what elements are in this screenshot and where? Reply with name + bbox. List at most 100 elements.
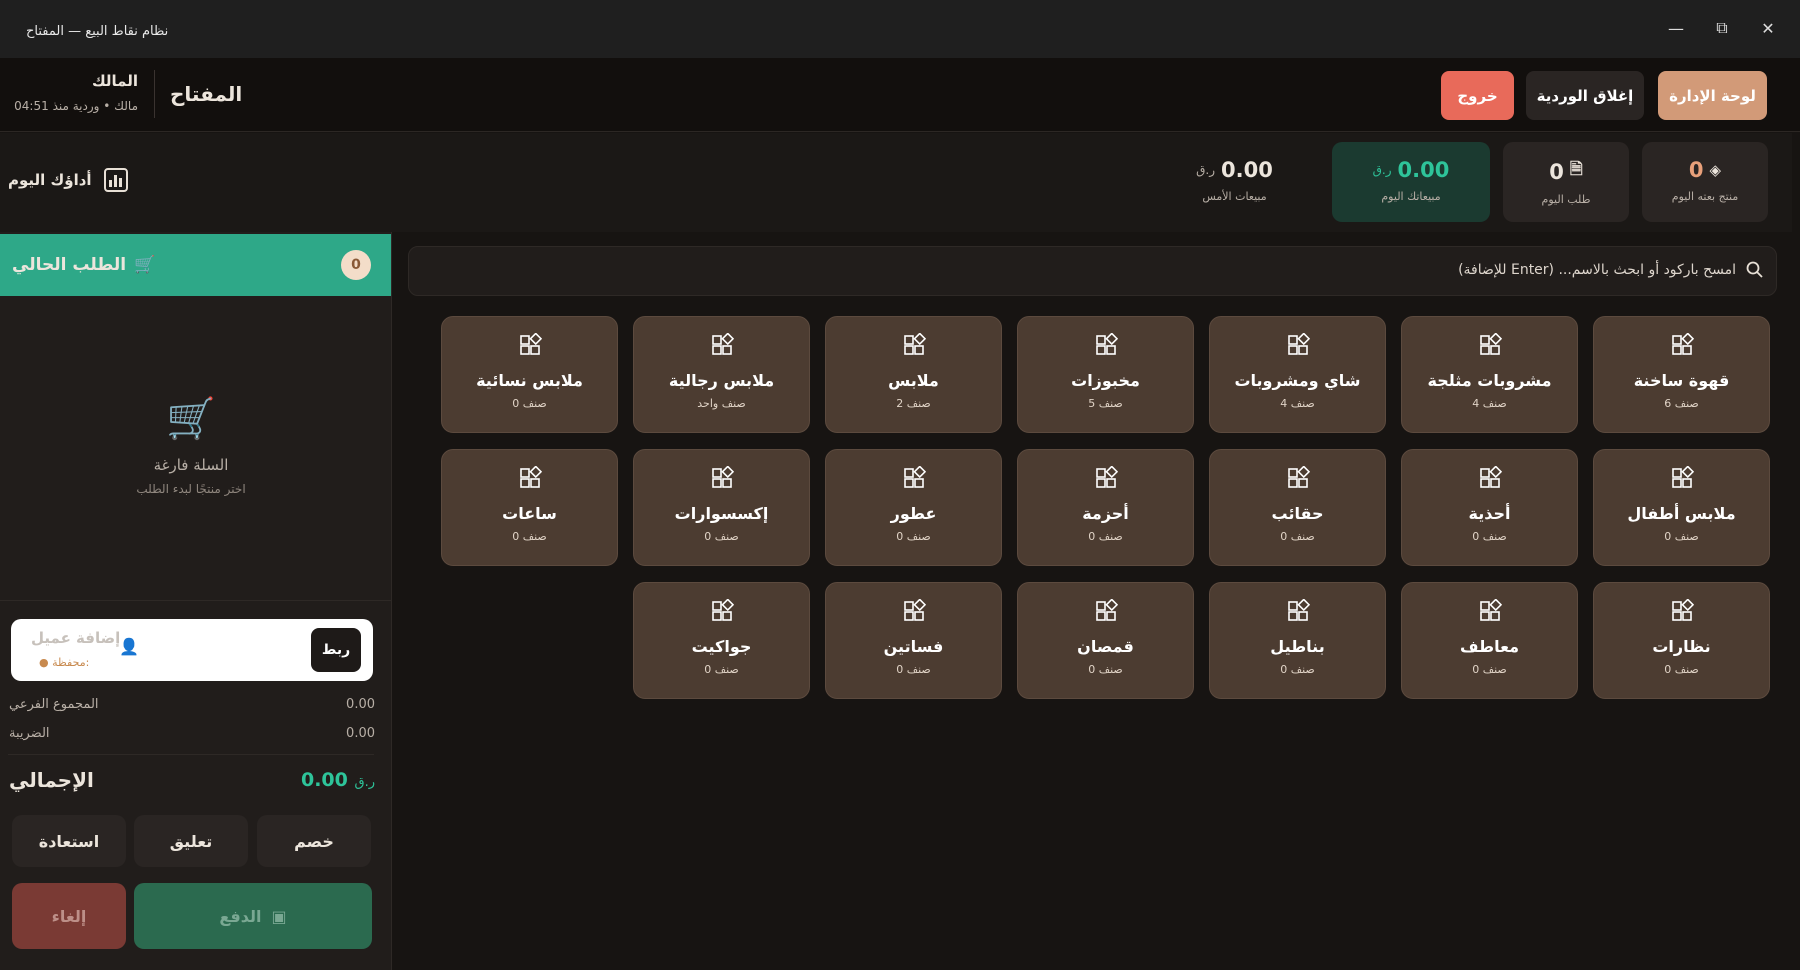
bar-chart-icon (103, 168, 128, 192)
category-icon (711, 465, 734, 488)
title-bar: نظام نقاط البيع — المفتاح — ⧉ ✕ (0, 0, 1800, 58)
restore-icon[interactable]: ⧉ (1707, 14, 1737, 42)
tax-value: 0.00 (346, 726, 375, 741)
category-tile[interactable]: أحذية 0 صنف (1401, 449, 1578, 566)
restore-button[interactable]: استعادة (12, 815, 126, 867)
order-count-badge: 0 (341, 250, 371, 280)
user-name: المالك (91, 72, 138, 90)
performance-label: أداؤك اليوم (8, 171, 92, 189)
stat-label: منتج بعته اليوم (1671, 190, 1739, 203)
hold-button[interactable]: تعليق (134, 815, 248, 867)
category-name: مشروبات مثلجة (1427, 371, 1552, 390)
category-icon (711, 598, 734, 621)
category-tile[interactable]: جواكيت 0 صنف (633, 582, 810, 699)
stat-today-sales: ر.ق 0.00 مبيعاتك اليوم (1332, 142, 1490, 222)
category-tile[interactable]: ملابس نسائية 0 صنف (441, 316, 618, 433)
category-count: 0 صنف (1472, 663, 1507, 676)
empty-cart-hint: اختر منتجًا لبدء الطلب (136, 482, 246, 496)
category-name: جواكيت (691, 637, 752, 656)
category-name: بناطيل (1270, 637, 1325, 656)
user-icon: 👤 (119, 637, 139, 656)
tax-label: الضريبة (9, 726, 50, 741)
category-tile[interactable]: مخبوزات 5 صنف (1017, 316, 1194, 433)
category-tile[interactable]: ملابس 2 صنف (825, 316, 1002, 433)
discount-button[interactable]: خصم (257, 815, 371, 867)
category-tile[interactable]: معاطف 0 صنف (1401, 582, 1578, 699)
category-tile[interactable]: قهوة ساخنة 6 صنف (1593, 316, 1770, 433)
category-tile[interactable]: شاي ومشروبات 4 صنف (1209, 316, 1386, 433)
category-icon (903, 332, 926, 355)
cart-icon: 🛒 (134, 255, 156, 275)
customer-placeholder[interactable]: إضافة عميل (31, 629, 120, 647)
category-count: 0 صنف (1664, 663, 1699, 676)
category-icon (1095, 465, 1118, 488)
empty-cart-title: السلة فارغة (153, 456, 229, 474)
category-name: إكسسوارات (674, 504, 769, 523)
category-icon (903, 598, 926, 621)
category-tile[interactable]: فساتين 0 صنف (825, 582, 1002, 699)
category-count: 0 صنف (704, 530, 739, 543)
category-tile[interactable]: حقائب 0 صنف (1209, 449, 1386, 566)
pay-label: الدفع (219, 906, 262, 926)
store-name: المفتاح (170, 82, 243, 106)
tax-row: الضريبة 0.00 (9, 726, 375, 741)
box-icon: ◈ (1709, 161, 1722, 179)
minimize-icon[interactable]: — (1661, 14, 1691, 42)
subtotal-value: 0.00 (346, 697, 375, 712)
search-input[interactable]: امسح باركود أو ابحث بالاسم... (Enter للإ… (1458, 262, 1736, 278)
category-tile[interactable]: نظارات 0 صنف (1593, 582, 1770, 699)
total-amount: ر.ق 0.00 (301, 769, 375, 791)
search-bar[interactable]: امسح باركود أو ابحث بالاسم... (Enter للإ… (408, 246, 1777, 296)
category-tile[interactable]: ساعات 0 صنف (441, 449, 618, 566)
category-count: 0 صنف (1664, 530, 1699, 543)
category-tile[interactable]: أحزمة 0 صنف (1017, 449, 1194, 566)
cancel-button[interactable]: إلغاء (12, 883, 126, 949)
admin-panel-button[interactable]: لوحة الإدارة (1658, 71, 1767, 120)
category-count: 0 صنف (896, 530, 931, 543)
category-count: 0 صنف (1280, 530, 1315, 543)
category-icon (1671, 465, 1694, 488)
category-count: 0 صنف (512, 397, 547, 410)
divider (8, 754, 374, 755)
category-name: معاطف (1459, 637, 1520, 656)
stat-orders-today: 0 🗎 طلب اليوم (1503, 142, 1629, 222)
category-name: أحذية (1468, 504, 1511, 523)
logout-button[interactable]: خروج (1441, 71, 1514, 120)
category-tile[interactable]: مشروبات مثلجة 4 صنف (1401, 316, 1578, 433)
stat-yesterday-sales: ر.ق 0.00 مبيعات الأمس (1162, 142, 1307, 222)
stat-label: طلب اليوم (1541, 193, 1591, 206)
stat-label: مبيعات الأمس (1202, 190, 1267, 203)
wallet-text: محفظة: (52, 656, 90, 669)
category-count: 4 صنف (1472, 397, 1507, 410)
category-name: ملابس (888, 371, 939, 390)
category-name: قمصان (1077, 637, 1134, 656)
category-tile[interactable]: بناطيل 0 صنف (1209, 582, 1386, 699)
link-customer-button[interactable]: ربط (311, 628, 361, 672)
category-name: ساعات (502, 504, 557, 523)
total-label: الإجمالي (9, 768, 94, 792)
stat-value: 0 (1688, 158, 1704, 182)
currency-label: ر.ق (1372, 163, 1392, 177)
category-tile[interactable]: ملابس أطفال 0 صنف (1593, 449, 1770, 566)
category-icon (519, 332, 542, 355)
category-tile[interactable]: إكسسوارات 0 صنف (633, 449, 810, 566)
category-name: فساتين (883, 637, 944, 656)
stat-label: مبيعاتك اليوم (1381, 190, 1441, 203)
category-count: 0 صنف (704, 663, 739, 676)
category-icon (1287, 465, 1310, 488)
pay-button[interactable]: الدفع ▣ (134, 883, 372, 949)
category-count: 0 صنف (1472, 530, 1507, 543)
wallet-label: ● محفظة: (39, 656, 89, 669)
category-tile[interactable]: عطور 0 صنف (825, 449, 1002, 566)
customer-field[interactable]: ربط إضافة عميل 👤 ● محفظة: (11, 619, 373, 681)
category-count: 4 صنف (1280, 397, 1315, 410)
category-tile[interactable]: ملابس رجالية صنف واحد (633, 316, 810, 433)
user-meta: مالك • وردية منذ 04:51 (14, 99, 138, 113)
category-tile[interactable]: قمصان 0 صنف (1017, 582, 1194, 699)
search-icon (1746, 261, 1763, 278)
stat-value: 0 (1549, 159, 1564, 184)
category-icon (1095, 598, 1118, 621)
close-icon[interactable]: ✕ (1753, 14, 1783, 42)
close-shift-button[interactable]: إغلاق الوردية (1526, 71, 1644, 120)
category-name: نظارات (1652, 637, 1711, 656)
